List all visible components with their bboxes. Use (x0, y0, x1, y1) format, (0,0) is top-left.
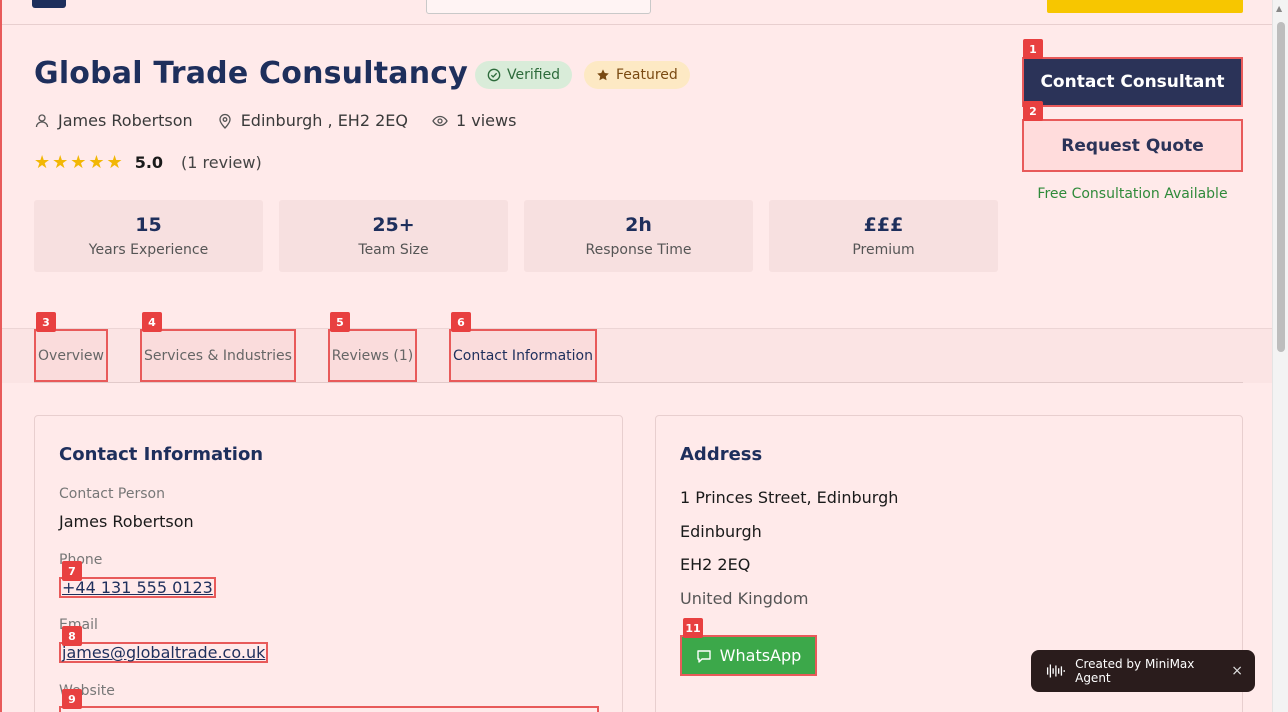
free-consultation-note: Free Consultation Available (1037, 186, 1228, 202)
stat-label: Team Size (358, 242, 429, 258)
address-country: United Kingdom (680, 589, 809, 608)
stat-response: 2h Response Time (524, 200, 753, 272)
close-icon[interactable]: × (1231, 663, 1243, 679)
stat-team: 25+ Team Size (279, 200, 508, 272)
contact-person-label: Contact Person (59, 486, 165, 502)
scrollbar[interactable]: ▲ (1272, 0, 1288, 712)
tag-marker: 3 (36, 312, 56, 332)
stat-value: 25+ (372, 214, 415, 236)
toast-text: Created by MiniMax Agent (1075, 657, 1195, 685)
review-count: (1 review) (181, 153, 262, 172)
meta-contact-name: James Robertson (58, 111, 193, 130)
stat-value: 15 (135, 214, 162, 236)
tag-marker: 2 (1023, 101, 1043, 121)
tag-marker: 7 (62, 561, 82, 581)
address-heading: Address (680, 444, 763, 465)
tab-services-industries[interactable]: Services & Industries (140, 329, 296, 382)
tab-overview[interactable]: Overview (34, 329, 108, 382)
email-link[interactable]: james@globaltrade.co.uk (59, 642, 269, 663)
whatsapp-label: WhatsApp (719, 646, 802, 665)
chat-bubble-icon (696, 649, 711, 663)
contact-card: Contact Information Contact Person James… (34, 415, 623, 712)
website-link[interactable] (59, 706, 599, 712)
tag-marker: 8 (62, 626, 82, 646)
meta-location: Edinburgh , EH2 2EQ (217, 111, 408, 130)
tag-marker: 6 (451, 312, 471, 332)
minimax-toast: Created by MiniMax Agent × (1031, 650, 1255, 692)
stat-value: £££ (863, 214, 904, 236)
header-cta-button[interactable] (1047, 0, 1243, 13)
user-icon (35, 113, 49, 127)
meta-contact: James Robertson (34, 111, 193, 130)
phone-link[interactable]: +44 131 555 0123 (59, 577, 216, 598)
stat-value: 2h (625, 214, 652, 236)
stat-label: Response Time (585, 242, 692, 258)
featured-label: Featured (616, 67, 678, 83)
tag-marker: 11 (683, 618, 703, 638)
listing-meta: James Robertson Edinburgh , EH2 2EQ 1 vi… (34, 111, 516, 130)
site-header (2, 0, 1272, 25)
page-title: Global Trade Consultancy (34, 56, 468, 91)
address-city: Edinburgh (680, 522, 762, 541)
scroll-thumb[interactable] (1277, 22, 1285, 352)
stat-years: 15 Years Experience (34, 200, 263, 272)
search-input[interactable] (426, 0, 651, 14)
eye-icon (432, 115, 448, 126)
stat-label: Premium (852, 242, 915, 258)
rating-score: 5.0 (134, 153, 164, 172)
meta-location-text: Edinburgh , EH2 2EQ (240, 111, 408, 130)
tag-marker: 9 (62, 689, 82, 709)
waveform-icon (1046, 664, 1065, 678)
featured-badge: Featured (584, 61, 690, 89)
address-line1: 1 Princes Street, Edinburgh (680, 488, 899, 507)
verified-badge: Verified (475, 61, 573, 89)
tab-contact-information[interactable]: Contact Information (449, 329, 597, 382)
rating-summary: ★★★★★ 5.0 (1 review) (34, 152, 262, 173)
contact-heading: Contact Information (59, 444, 264, 465)
address-postcode: EH2 2EQ (680, 555, 751, 574)
request-quote-button[interactable]: Request Quote (1022, 119, 1243, 172)
star-icon (597, 69, 609, 81)
verified-label: Verified (507, 67, 561, 83)
site-logo[interactable] (32, 0, 66, 8)
stats-row: 15 Years Experience 25+ Team Size 2h Res… (34, 200, 998, 272)
stat-label: Years Experience (88, 242, 209, 258)
contact-person-value: James Robertson (59, 512, 194, 531)
tag-marker: 4 (142, 312, 162, 332)
tag-marker: 1 (1023, 39, 1043, 59)
stat-price: £££ Premium (769, 200, 998, 272)
contact-consultant-button[interactable]: Contact Consultant (1022, 57, 1243, 107)
check-circle-icon (487, 68, 501, 82)
map-pin-icon (219, 113, 231, 129)
scroll-up-icon[interactable]: ▲ (1276, 4, 1282, 13)
tag-marker: 5 (330, 312, 350, 332)
tab-divider (34, 382, 1243, 383)
whatsapp-button[interactable]: WhatsApp (680, 635, 817, 676)
meta-views-text: 1 views (455, 111, 517, 130)
tab-reviews[interactable]: Reviews (1) (328, 329, 417, 382)
rating-stars: ★★★★★ (34, 152, 125, 173)
meta-views: 1 views (432, 111, 516, 130)
